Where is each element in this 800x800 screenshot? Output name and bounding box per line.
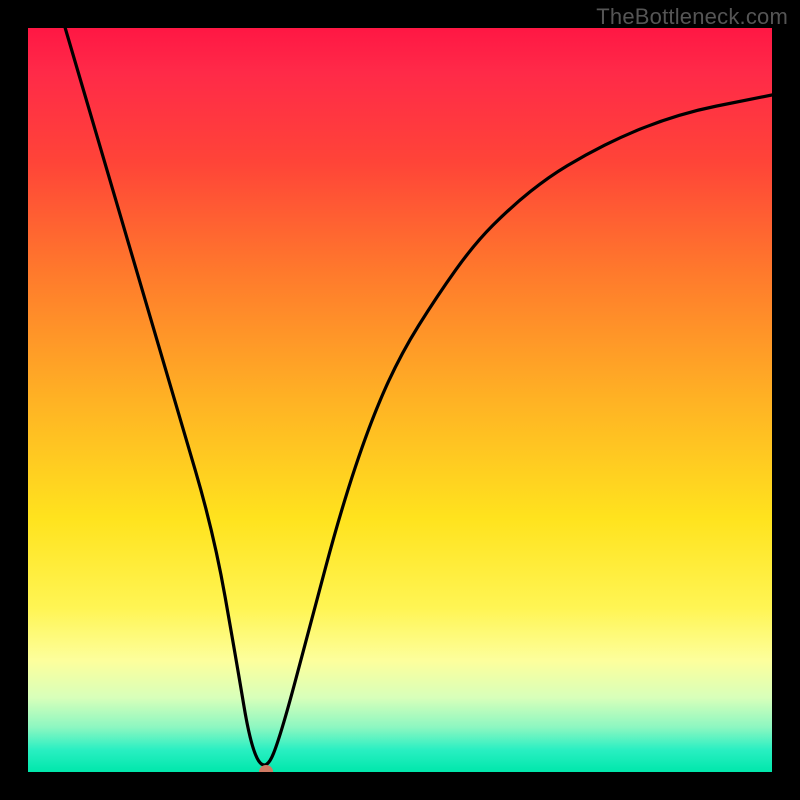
- minimum-marker: [259, 765, 273, 772]
- watermark-text: TheBottleneck.com: [596, 4, 788, 30]
- bottleneck-curve: [28, 28, 772, 772]
- chart-frame: [28, 28, 772, 772]
- curve-path: [65, 28, 772, 765]
